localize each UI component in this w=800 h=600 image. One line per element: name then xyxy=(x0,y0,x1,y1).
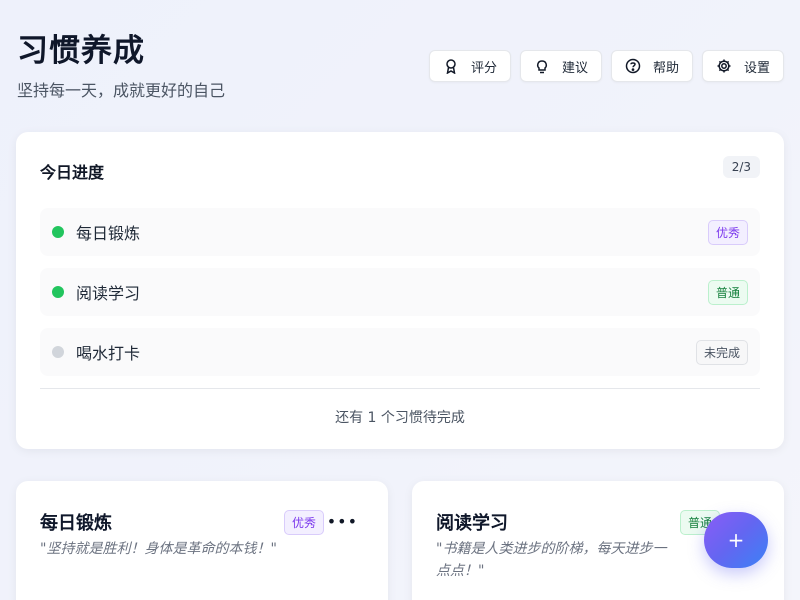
habit-name: 每日锻炼 xyxy=(76,224,141,243)
suggest-button-label: 建议 xyxy=(561,60,588,76)
rate-button-label: 评分 xyxy=(470,60,497,76)
help-button-label: 帮助 xyxy=(652,60,679,76)
help-icon xyxy=(625,58,641,74)
habit-card-exercise[interactable]: 每日锻炼 优秀 ••• "坚持就是胜利！身体是革命的本钱！" xyxy=(16,481,388,600)
habit-grade-badge: 优秀 xyxy=(283,510,324,535)
status-dot-done xyxy=(52,226,64,238)
suggest-button[interactable]: 建议 xyxy=(519,50,602,82)
today-progress-card: 今日进度 2/3 每日锻炼 优秀 阅读学习 普通 喝水打卡 未完成 还有 1 个… xyxy=(16,132,784,449)
page-subtitle: 坚持每一天，成就更好的自己 xyxy=(17,81,226,100)
habit-grade-badge: 未完成 xyxy=(695,339,748,365)
progress-count-badge: 2/3 xyxy=(722,156,760,178)
gear-icon xyxy=(716,58,732,74)
settings-button-label: 设置 xyxy=(743,60,770,76)
status-dot-done xyxy=(52,286,64,298)
habit-name: 喝水打卡 xyxy=(76,344,141,363)
habit-name: 阅读学习 xyxy=(76,284,141,303)
page-header: 习惯养成 坚持每一天，成就更好的自己 xyxy=(17,32,225,101)
divider xyxy=(40,388,760,389)
settings-button[interactable]: 设置 xyxy=(701,50,784,82)
habit-grade-badge: 优秀 xyxy=(707,219,748,245)
add-habit-button[interactable]: + xyxy=(704,512,768,568)
top-toolbar: 评分 建议 帮助 设置 xyxy=(428,50,784,82)
progress-title: 今日进度 xyxy=(40,163,105,182)
rate-button[interactable]: 评分 xyxy=(428,50,511,82)
habit-card-title: 阅读学习 xyxy=(436,513,508,534)
more-options-icon[interactable]: ••• xyxy=(327,512,358,531)
plus-icon: + xyxy=(727,528,745,552)
habit-card-quote: "坚持就是胜利！身体是革命的本钱！" xyxy=(40,541,277,557)
habit-card-quote: "书籍是人类进步的阶梯，每天进步一点点！" xyxy=(436,541,667,579)
page-title: 习惯养成 xyxy=(17,33,145,69)
lightbulb-icon xyxy=(534,58,550,74)
habit-grade-badge: 普通 xyxy=(707,279,748,305)
habit-card-title: 每日锻炼 xyxy=(40,513,112,534)
status-dot-pending xyxy=(52,346,64,358)
habit-row[interactable]: 喝水打卡 未完成 xyxy=(40,328,760,376)
habit-row[interactable]: 阅读学习 普通 xyxy=(40,268,760,316)
help-button[interactable]: 帮助 xyxy=(610,50,693,82)
habit-row[interactable]: 每日锻炼 优秀 xyxy=(40,208,760,256)
award-icon xyxy=(443,58,459,74)
remaining-habits-text: 还有 1 个习惯待完成 xyxy=(335,410,465,426)
